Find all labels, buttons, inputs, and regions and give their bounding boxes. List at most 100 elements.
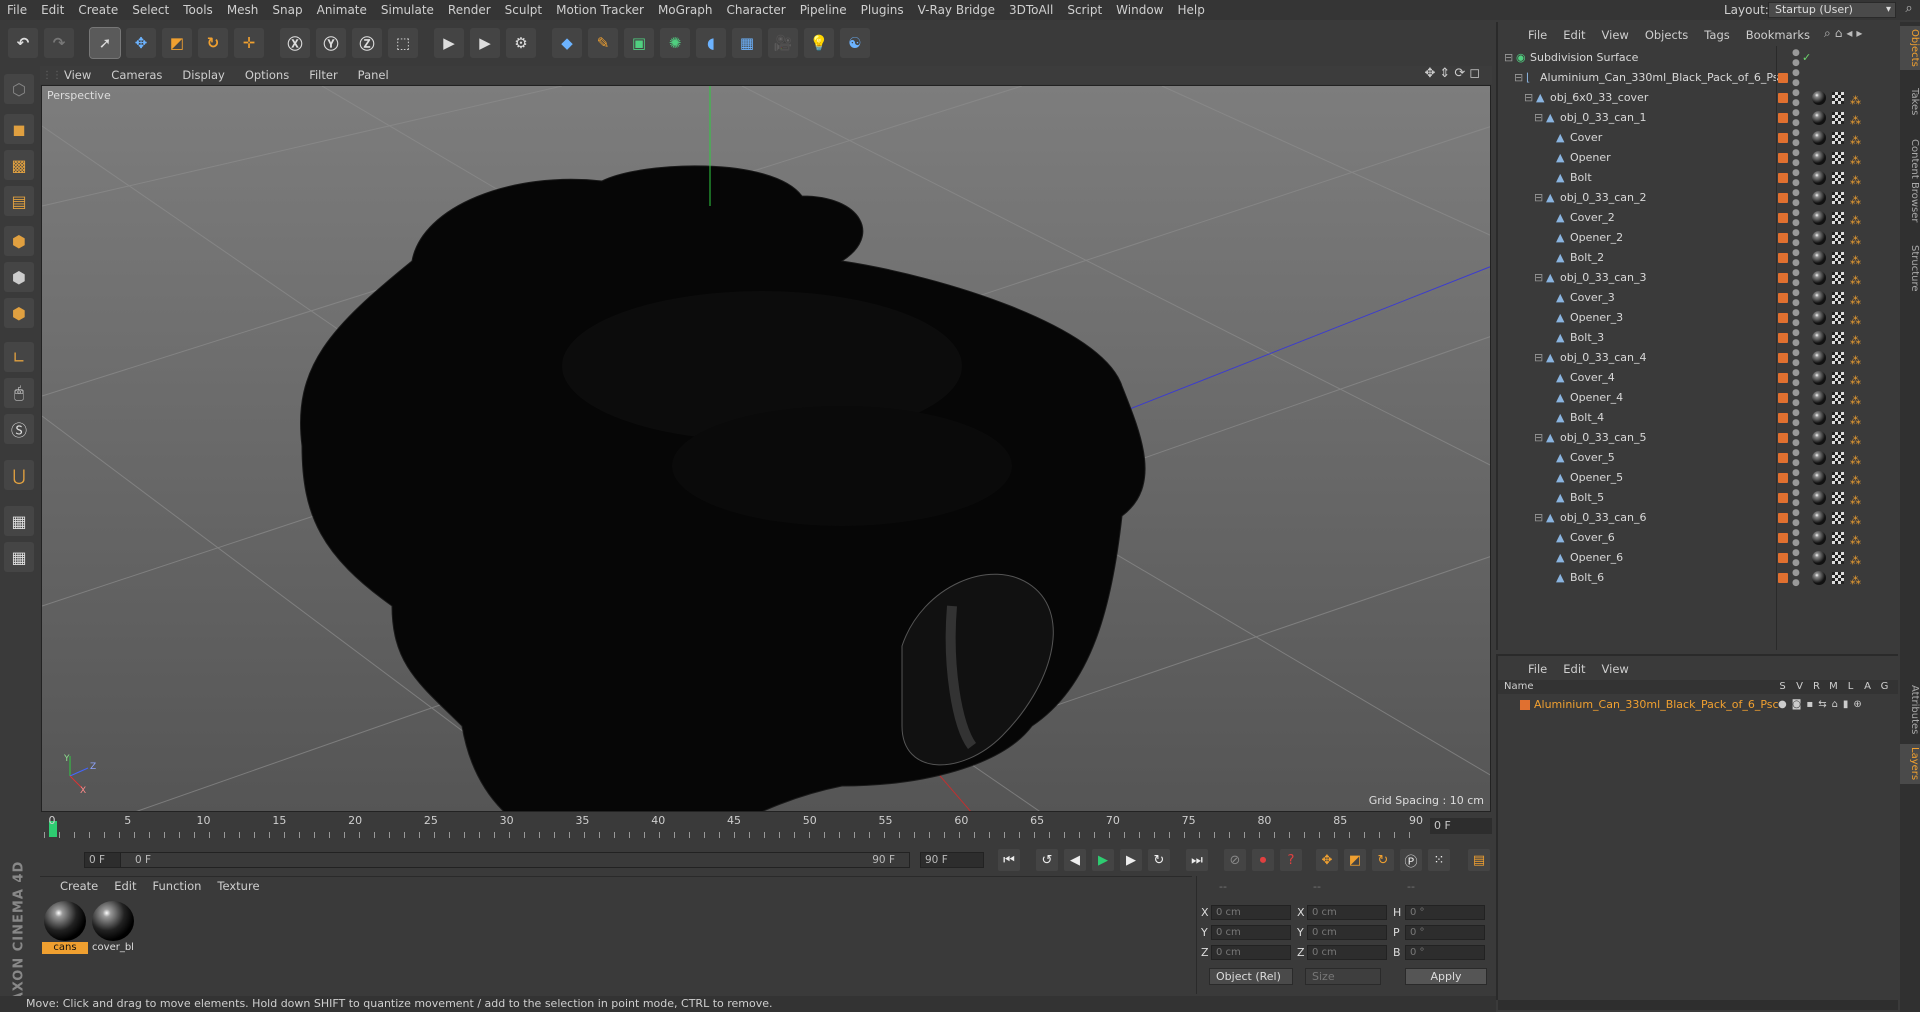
material-tag-icon[interactable] <box>1812 411 1826 425</box>
key-pla-icon[interactable]: ⁙ <box>1428 849 1450 871</box>
object-row[interactable]: ⊟ ▲ obj_0_33_can_5 ● ● ⁂ <box>1498 428 1898 448</box>
object-name[interactable]: Cover_6 <box>1570 528 1615 548</box>
size-mode-dropdown[interactable]: Size <box>1305 968 1381 985</box>
texture-tag-icon[interactable] <box>1832 572 1844 584</box>
layer-tag-icon[interactable] <box>1778 513 1788 523</box>
menu-create[interactable]: Create <box>71 0 125 20</box>
object-row[interactable]: ⊟ ▲ obj_0_33_can_1 ● ● ⁂ <box>1498 108 1898 128</box>
visibility-dots-icon[interactable]: ● ● <box>1792 208 1800 228</box>
material-cover-bl[interactable]: cover_bl <box>90 901 136 955</box>
texture-tag-icon[interactable] <box>1832 532 1844 544</box>
apply-button[interactable]: Apply <box>1405 968 1487 985</box>
material-tag-icon[interactable] <box>1812 331 1826 345</box>
visibility-dots-icon[interactable]: ● ● <box>1792 568 1800 588</box>
object-name[interactable]: Bolt <box>1570 168 1592 188</box>
material-tag-icon[interactable] <box>1812 571 1826 585</box>
object-row[interactable]: ⊟ ▲ obj_0_33_can_6 ● ● ⁂ <box>1498 508 1898 528</box>
deformer-icon[interactable]: ◖ <box>696 28 726 58</box>
visibility-dots-icon[interactable]: ● ● <box>1792 508 1800 528</box>
size-x-field[interactable]: 0 cm <box>1307 905 1387 920</box>
menu-file[interactable]: File <box>0 0 34 20</box>
menu-select[interactable]: Select <box>125 0 176 20</box>
material-tag-icon[interactable] <box>1812 211 1826 225</box>
layer-tag-icon[interactable] <box>1778 393 1788 403</box>
go-to-start-icon[interactable]: ⏮ <box>998 849 1020 871</box>
layer-horizontal-scrollbar[interactable] <box>1498 1000 1898 1010</box>
next-key-icon[interactable]: ↻ <box>1148 849 1170 871</box>
visibility-dots-icon[interactable]: ● ● <box>1792 548 1800 568</box>
python-icon[interactable]: ☯ <box>840 28 870 58</box>
texture-tag-icon[interactable] <box>1832 92 1844 104</box>
object-row[interactable]: ▲ Bolt_3 ● ● ⁂ <box>1498 328 1898 348</box>
layer-tag-icon[interactable] <box>1778 433 1788 443</box>
object-name[interactable]: Cover_2 <box>1570 208 1615 228</box>
material-tag-icon[interactable] <box>1812 131 1826 145</box>
expand-toggle-icon[interactable]: ⊟ <box>1534 188 1543 208</box>
layer-tag-icon[interactable] <box>1778 73 1788 83</box>
object-name[interactable]: Bolt_4 <box>1570 408 1604 428</box>
z-axis-lock-icon[interactable]: Ⓩ <box>352 28 382 58</box>
object-menu-edit[interactable]: Edit <box>1555 28 1593 42</box>
coordinate-system-icon[interactable]: ⬚ <box>388 28 418 58</box>
expand-toggle-icon[interactable]: ⊟ <box>1534 428 1543 448</box>
viewport-menu-filter[interactable]: Filter <box>299 68 347 82</box>
object-row[interactable]: ⊟ ▲ obj_6x0_33_cover ● ● ⁂ <box>1498 88 1898 108</box>
material-tag-icon[interactable] <box>1812 91 1826 105</box>
material-cans[interactable]: cans <box>42 901 88 955</box>
size-z-field[interactable]: 0 cm <box>1307 945 1387 960</box>
layer-menu-edit[interactable]: Edit <box>1555 662 1593 676</box>
texture-tag-icon[interactable] <box>1832 352 1844 364</box>
object-manager-nav-icons[interactable]: ⌕⌂◂▸ <box>1824 26 1866 41</box>
object-row[interactable]: ▲ Opener_4 ● ● ⁂ <box>1498 388 1898 408</box>
expand-toggle-icon[interactable]: ⊟ <box>1534 348 1543 368</box>
layer-tag-icon[interactable] <box>1778 273 1788 283</box>
viewport-menu-panel[interactable]: Panel <box>348 68 399 82</box>
object-row[interactable]: ⊟ ⌊ Aluminium_Can_330ml_Black_Pack_of_6_Ps… <box>1498 68 1898 88</box>
visibility-dots-icon[interactable]: ● ● <box>1792 388 1800 408</box>
layer-tag-icon[interactable] <box>1778 453 1788 463</box>
menu-render[interactable]: Render <box>441 0 498 20</box>
pen-spline-icon[interactable]: ✎ <box>588 28 618 58</box>
object-name[interactable]: obj_0_33_can_3 <box>1560 268 1647 288</box>
go-to-end-icon[interactable]: ⏭ <box>1186 849 1208 871</box>
texture-tag-icon[interactable] <box>1832 272 1844 284</box>
object-name[interactable]: Subdivision Surface <box>1530 48 1638 68</box>
layout-dropdown[interactable]: Startup (User) <box>1768 2 1896 18</box>
menu-v-ray-bridge[interactable]: V-Ray Bridge <box>911 0 1002 20</box>
menu-pipeline[interactable]: Pipeline <box>793 0 854 20</box>
texture-mode-icon[interactable]: ▩ <box>4 150 34 180</box>
key-scale-icon[interactable]: ◩ <box>1344 849 1366 871</box>
texture-tag-icon[interactable] <box>1832 332 1844 344</box>
visibility-dots-icon[interactable]: ● ● <box>1792 148 1800 168</box>
play-icon[interactable]: ▶ <box>1092 849 1114 871</box>
visibility-dots-icon[interactable]: ● ● <box>1792 108 1800 128</box>
rotation-b-field[interactable]: 0 ° <box>1405 945 1485 960</box>
tab-attributes[interactable]: Attributes <box>1900 678 1920 742</box>
material-tag-icon[interactable] <box>1812 291 1826 305</box>
layer-tag-icon[interactable] <box>1778 233 1788 243</box>
next-frame-icon[interactable]: ▶ <box>1120 849 1142 871</box>
visibility-dots-icon[interactable]: ● ● <box>1792 528 1800 548</box>
expand-toggle-icon[interactable]: ⊟ <box>1534 268 1543 288</box>
menu-help[interactable]: Help <box>1170 0 1211 20</box>
cloner-icon[interactable]: ✺ <box>660 28 690 58</box>
material-tag-icon[interactable] <box>1812 231 1826 245</box>
record-keys-icon[interactable]: ⊘ <box>1224 849 1246 871</box>
visibility-dots-icon[interactable]: ● ● <box>1792 228 1800 248</box>
object-row[interactable]: ⊟ ▲ obj_0_33_can_3 ● ● ⁂ <box>1498 268 1898 288</box>
render-picture-viewer-icon[interactable]: ▶ <box>470 28 500 58</box>
subdivision-surface-icon[interactable]: ▣ <box>624 28 654 58</box>
viewport-menu-options[interactable]: Options <box>235 68 299 82</box>
layer-tag-icon[interactable] <box>1778 293 1788 303</box>
tab-takes[interactable]: Takes <box>1900 82 1920 122</box>
layer-row[interactable]: Aluminium_Can_330ml_Black_Pack_of_6_Psc … <box>1498 696 1898 714</box>
material-tag-icon[interactable] <box>1812 191 1826 205</box>
material-tag-icon[interactable] <box>1812 471 1826 485</box>
object-row[interactable]: ▲ Opener_3 ● ● ⁂ <box>1498 308 1898 328</box>
visibility-dots-icon[interactable]: ● ● <box>1792 248 1800 268</box>
menu-mesh[interactable]: Mesh <box>220 0 266 20</box>
object-row[interactable]: ▲ Cover_3 ● ● ⁂ <box>1498 288 1898 308</box>
cube-primitive-icon[interactable]: ◆ <box>552 28 582 58</box>
layer-tag-icon[interactable] <box>1778 153 1788 163</box>
layer-tag-icon[interactable] <box>1778 413 1788 423</box>
